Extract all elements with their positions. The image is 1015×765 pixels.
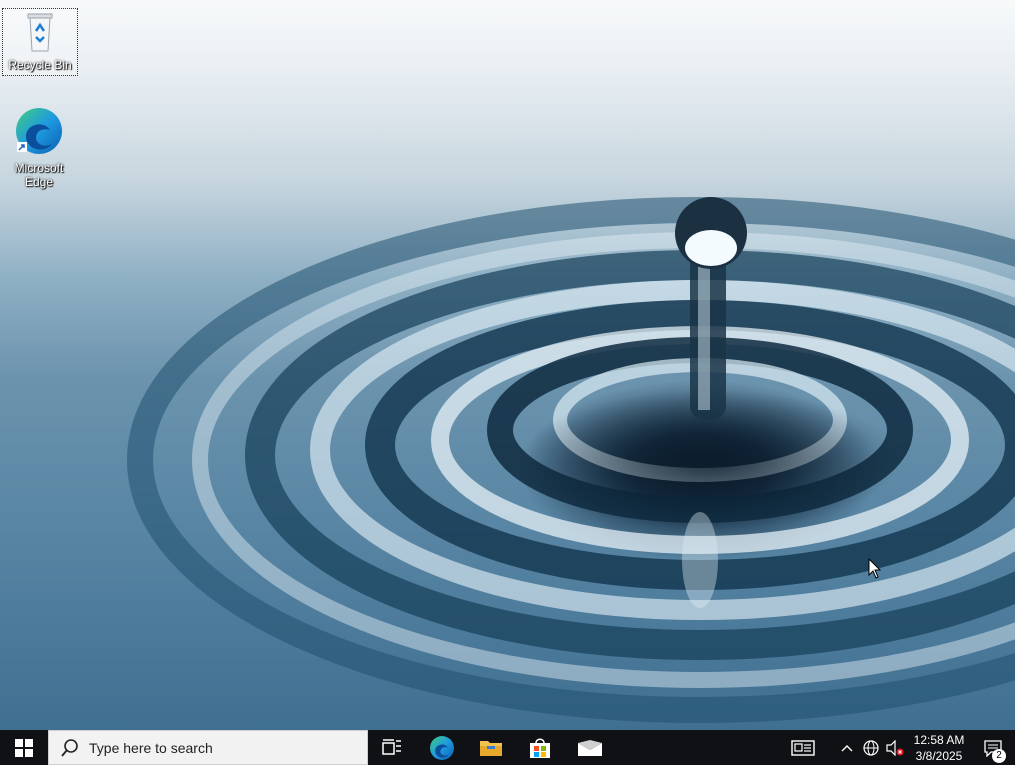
taskbar-mail-button[interactable] <box>566 730 614 765</box>
desktop-icon-recycle-bin[interactable]: Recycle Bin <box>2 8 78 76</box>
search-placeholder: Type here to search <box>89 739 213 756</box>
desktop-icon-microsoft-edge[interactable]: Microsoft Edge <box>2 106 76 189</box>
start-button[interactable] <box>0 730 48 765</box>
recycle-bin-icon <box>27 13 53 52</box>
chevron-up-icon <box>841 744 853 751</box>
speaker-muted-icon <box>886 739 904 756</box>
folder-icon <box>480 740 502 756</box>
clock-date: 3/8/2025 <box>915 749 963 763</box>
mail-icon <box>578 739 602 756</box>
network-tray-button[interactable] <box>860 730 882 765</box>
wallpaper-water-drop <box>127 197 1015 723</box>
taskbar-edge-button[interactable] <box>418 730 466 765</box>
notification-count-badge: 2 <box>992 749 1006 763</box>
clock-time: 12:58 AM <box>913 733 965 747</box>
taskbar-file-explorer-button[interactable] <box>467 730 515 765</box>
task-view-icon <box>382 738 401 755</box>
desktop-background[interactable]: Recycle Bin Microsoft Edge <box>0 0 1015 730</box>
mouse-pointer-icon <box>868 558 882 579</box>
globe-icon <box>863 739 879 756</box>
edge-icon <box>430 735 454 760</box>
windows-logo-icon <box>15 738 33 757</box>
news-widget-button[interactable] <box>788 730 818 765</box>
volume-tray-button[interactable] <box>884 730 906 765</box>
taskbar-search-box[interactable]: Type here to search <box>48 730 368 765</box>
tray-clock[interactable]: 12:58 AM 3/8/2025 <box>904 732 974 764</box>
desktop-icon-label: Microsoft Edge <box>14 161 64 189</box>
edge-icon <box>16 108 62 154</box>
task-view-button[interactable] <box>368 730 416 765</box>
desktop-icon-label: Recycle Bin <box>8 58 72 72</box>
taskbar-store-button[interactable] <box>516 730 564 765</box>
taskbar: Type here to search 12:58 AM 3/8/2025 <box>0 730 1015 765</box>
show-hidden-icons-button[interactable] <box>838 730 856 765</box>
news-icon <box>791 739 815 756</box>
store-icon <box>530 738 550 758</box>
search-icon <box>61 738 78 757</box>
